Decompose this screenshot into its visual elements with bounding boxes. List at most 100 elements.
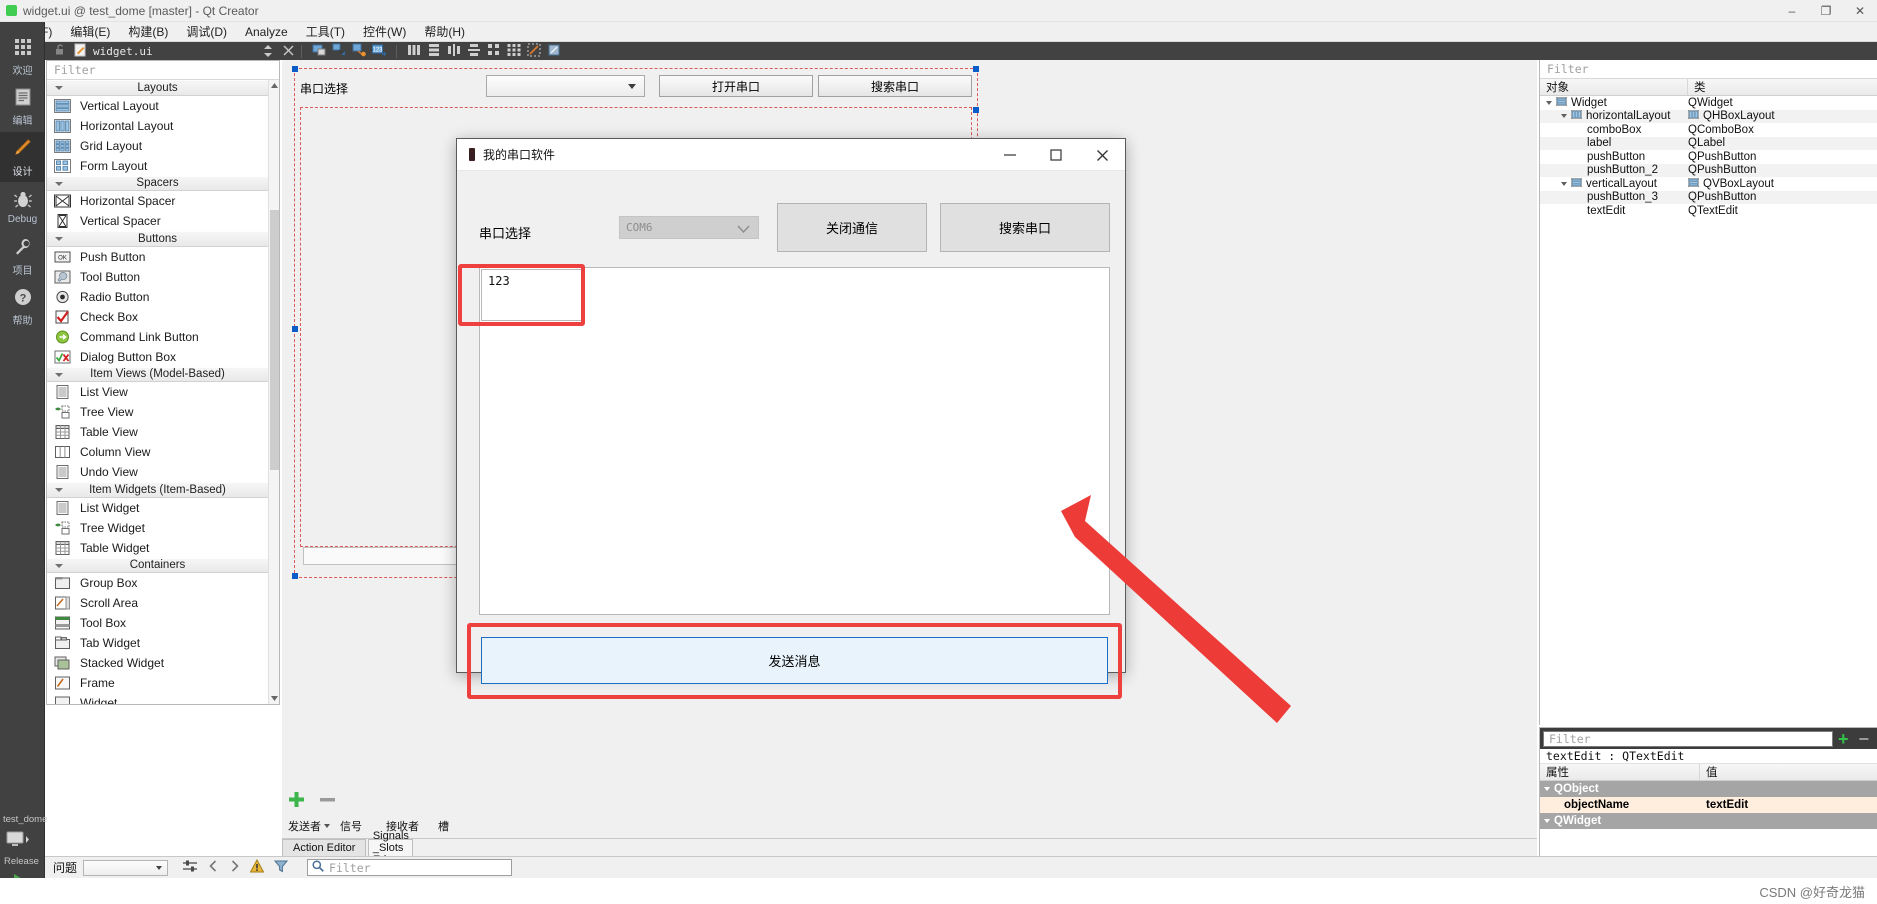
tab-signals-slots-editor[interactable]: Signals _Slots Ed··· <box>368 830 414 866</box>
layout-form-icon[interactable] <box>487 43 501 60</box>
form-combobox[interactable] <box>486 75 646 97</box>
widget-box-group-layouts[interactable]: Layouts <box>47 80 268 96</box>
selection-handle[interactable] <box>973 66 979 72</box>
project-name[interactable]: test_dome <box>0 812 47 827</box>
widget-box-group-containers[interactable]: Containers <box>47 557 268 573</box>
plus-icon[interactable] <box>288 791 305 811</box>
widget-box-group-item-views[interactable]: Item Views (Model-Based) <box>47 366 268 382</box>
build-config-label[interactable]: Release <box>0 855 45 869</box>
widget-item-dialog-button-box[interactable]: Dialog Button Box <box>47 347 268 367</box>
widget-item-push-button[interactable]: OK Push Button <box>47 247 268 267</box>
widget-box-group-spacers[interactable]: Spacers <box>47 175 268 191</box>
close-button[interactable]: ✕ <box>1843 0 1877 22</box>
widget-item-widget[interactable]: Widget <box>47 693 268 704</box>
widget-item-radio-button[interactable]: Radio Button <box>47 287 268 307</box>
widget-item-column-view[interactable]: Column View <box>47 442 268 462</box>
break-layout-icon[interactable] <box>527 43 541 60</box>
object-inspector-row[interactable]: comboBox QComboBox <box>1540 123 1877 137</box>
updown-arrows-icon[interactable] <box>263 44 273 59</box>
widget-box-scrollbar[interactable] <box>268 80 279 704</box>
edit-buddies-icon[interactable] <box>352 43 366 60</box>
menu-help[interactable]: 帮助(H) <box>415 21 474 42</box>
widget-item-horizontal-layout[interactable]: Horizontal Layout <box>47 116 268 136</box>
column-value[interactable]: 值 <box>1700 764 1877 780</box>
selection-handle[interactable] <box>973 107 979 113</box>
property-row[interactable]: QObject <box>1540 781 1877 797</box>
widget-item-command-link-button[interactable]: Command Link Button <box>47 327 268 347</box>
widget-item-undo-view[interactable]: Undo View <box>47 462 268 482</box>
object-inspector-row[interactable]: pushButton_2 QPushButton <box>1540 163 1877 177</box>
issues-label[interactable]: 问题 <box>53 859 77 876</box>
menu-debug[interactable]: 调试(D) <box>177 21 236 42</box>
column-object[interactable]: 对象 <box>1540 79 1688 95</box>
dialog-close-button[interactable] <box>1079 139 1125 171</box>
sidebar-item-projects[interactable]: 项目 <box>0 232 45 282</box>
menu-tools[interactable]: 工具(T) <box>297 21 354 42</box>
widget-item-vertical-layout[interactable]: Vertical Layout <box>47 96 268 116</box>
widget-item-frame[interactable]: Frame <box>47 673 268 693</box>
tab-action-editor[interactable]: Action Editor <box>282 839 367 856</box>
chevron-left-icon[interactable] <box>208 860 219 875</box>
dialog-close-comm-button[interactable]: 关闭通信 <box>777 203 927 252</box>
menu-build[interactable]: 构建(B) <box>119 21 177 42</box>
add-property-icon[interactable]: + <box>1833 730 1854 748</box>
unlocked-icon[interactable] <box>53 43 67 59</box>
minus-icon[interactable] <box>319 791 336 811</box>
column-class[interactable]: 类 <box>1688 79 1877 95</box>
sidebar-item-design[interactable]: 设计 <box>0 132 45 182</box>
object-inspector-row[interactable]: pushButton QPushButton <box>1540 150 1877 164</box>
chevron-down-icon[interactable] <box>1546 100 1552 105</box>
layout-grid-icon[interactable] <box>507 43 521 60</box>
object-inspector-filter-input[interactable]: Filter <box>1540 60 1877 79</box>
widget-item-tool-box[interactable]: Tool Box <box>47 613 268 633</box>
widget-item-tree-view[interactable]: Tree View <box>47 402 268 422</box>
object-inspector-row[interactable]: pushButton_3 QPushButton <box>1540 190 1877 204</box>
object-inspector-row[interactable]: horizontalLayout QHBoxLayout <box>1540 109 1877 123</box>
widget-item-form-layout[interactable]: Form Layout <box>47 156 268 176</box>
widget-item-check-box[interactable]: Check Box <box>47 307 268 327</box>
widget-item-table-view[interactable]: Table View <box>47 422 268 442</box>
sidebar-item-help[interactable]: ? 帮助 <box>0 282 45 332</box>
layout-horizontal-icon[interactable] <box>407 43 421 60</box>
dialog-search-port-button[interactable]: 搜索串口 <box>940 203 1110 252</box>
selection-handle[interactable] <box>292 326 298 332</box>
chevron-right-icon[interactable] <box>229 860 240 875</box>
selection-handle[interactable] <box>292 573 298 579</box>
chevron-down-icon[interactable] <box>1544 787 1550 791</box>
edit-widgets-icon[interactable] <box>312 43 326 60</box>
object-inspector-row[interactable]: textEdit QTextEdit <box>1540 204 1877 218</box>
sliders-icon[interactable] <box>182 859 198 876</box>
remove-property-icon[interactable]: − <box>1853 730 1874 748</box>
chevron-down-icon[interactable] <box>1561 114 1567 119</box>
adjust-size-icon[interactable] <box>547 43 561 60</box>
scroll-up-icon[interactable] <box>269 80 279 91</box>
dialog-minimize-button[interactable] <box>987 139 1033 171</box>
chevron-down-icon[interactable] <box>1561 181 1567 186</box>
menu-widgets[interactable]: 控件(W) <box>354 21 415 42</box>
open-file-name[interactable]: widget.ui <box>93 45 153 58</box>
property-value[interactable]: textEdit <box>1700 799 1877 811</box>
widget-box-group-item-widgets[interactable]: Item Widgets (Item-Based) <box>47 482 268 498</box>
column-sender[interactable]: 发送者 <box>288 818 340 834</box>
dialog-maximize-button[interactable] <box>1033 139 1079 171</box>
chevron-down-icon[interactable] <box>1544 819 1550 823</box>
layout-vertical-icon[interactable] <box>427 43 441 60</box>
scroll-down-icon[interactable] <box>269 693 279 704</box>
scrollbar-thumb[interactable] <box>270 210 279 470</box>
widget-box-filter-input[interactable]: Filter <box>47 61 279 80</box>
sidebar-item-debug[interactable]: Debug <box>0 182 45 232</box>
widget-item-vertical-spacer[interactable]: Vertical Spacer <box>47 211 268 231</box>
maximize-button[interactable]: ❐ <box>1809 0 1843 22</box>
widget-box-group-buttons[interactable]: Buttons <box>47 231 268 247</box>
widget-item-table-widget[interactable]: Table Widget <box>47 538 268 558</box>
dialog-port-combobox[interactable]: COM6 <box>619 216 759 239</box>
warning-icon[interactable] <box>249 858 265 876</box>
issues-filter-combo[interactable] <box>83 859 169 876</box>
widget-item-horizontal-spacer[interactable]: Horizontal Spacer <box>47 191 268 211</box>
widget-item-list-widget[interactable]: List Widget <box>47 498 268 518</box>
sidebar-item-welcome[interactable]: 欢迎 <box>0 32 45 82</box>
selection-handle[interactable] <box>292 66 298 72</box>
form-open-port-button[interactable]: 打开串口 <box>659 75 814 97</box>
object-inspector-row[interactable]: verticalLayout QVBoxLayout <box>1540 177 1877 191</box>
column-property[interactable]: 属性 <box>1540 764 1700 780</box>
